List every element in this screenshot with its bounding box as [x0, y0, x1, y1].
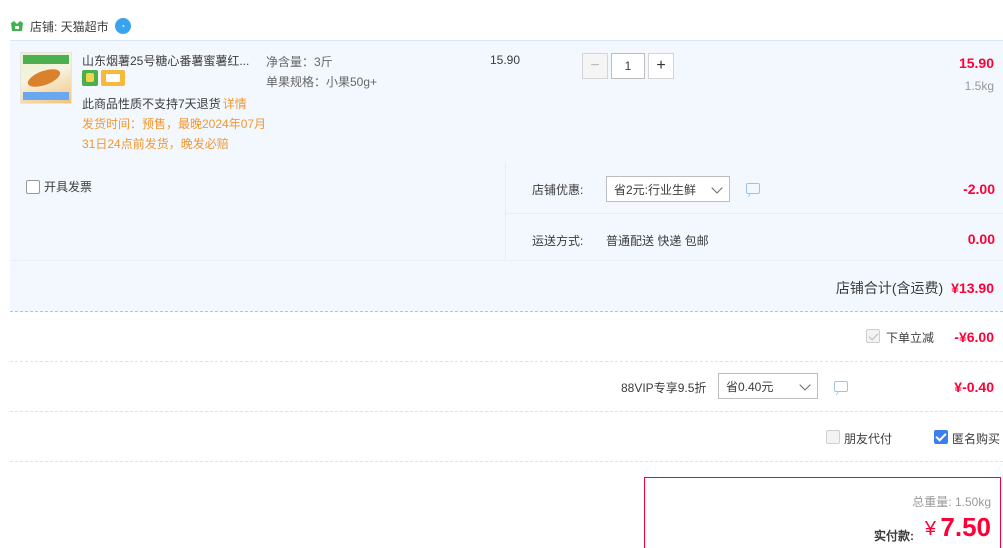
shop-discount-select[interactable]: 省2元:行业生鲜 [606, 176, 730, 202]
chevron-down-icon [799, 379, 811, 391]
shop-total-label: 店铺合计(含运费) [835, 280, 944, 296]
vip-amount: ¥-0.40 [954, 379, 994, 395]
anonymous-label[interactable]: 匿名购买 [952, 430, 1000, 447]
shop-total: 店铺合计(含运费) ¥13.90 [836, 278, 994, 298]
shipping-method: 普通配送 快递 包邮 [606, 234, 709, 248]
pay-label: 实付款: [874, 529, 914, 543]
chevron-down-icon [711, 182, 723, 194]
increase-button[interactable]: + [648, 53, 674, 79]
instant-discount-checkbox [866, 329, 880, 343]
decrease-button[interactable]: − [582, 53, 608, 79]
chat-icon[interactable]: ◔ [114, 18, 131, 34]
vip-label: 88VIP专享9.5折 [621, 381, 707, 395]
total-weight: 总重量: 1.50kg [912, 495, 991, 509]
vip-discount-row: 88VIP专享9.5折 省0.40元 ¥-0.40 [10, 362, 1003, 412]
return-policy-detail-link[interactable]: 详情 [223, 97, 247, 111]
shop-icon [10, 20, 24, 32]
shop-total-value: ¥13.90 [951, 280, 994, 296]
message-icon[interactable] [834, 381, 848, 392]
service-badge-icon [82, 70, 98, 86]
cart-item: 山东烟薯25号糖心番薯蜜薯红... 此商品性质不支持7天退货 详情 发货时间：预售… [10, 40, 1003, 162]
promo-section: 店铺优惠: 省2元:行业生鲜 -2.00 运送方式: 普通配送 快递 包邮 0.… [505, 162, 1003, 260]
instant-discount-label: 下单立减 [886, 331, 935, 345]
invoice-label: 开具发票 [44, 180, 93, 194]
unit-price: 15.90 [490, 53, 521, 67]
shipping-amount: 0.00 [967, 231, 995, 247]
shipping-label: 运送方式: [532, 234, 584, 248]
pay-amount: 7.50 [940, 512, 991, 542]
invoice-option[interactable]: 开具发票 [26, 178, 92, 195]
instant-discount-row: 下单立减 -¥6.00 [10, 312, 1003, 362]
payment-summary: 总重量: 1.50kg 实付款: ¥ 7.50 [644, 477, 1001, 548]
invoice-checkbox[interactable] [26, 179, 40, 194]
friend-pay-checkbox[interactable] [826, 430, 840, 444]
anonymous-checkbox[interactable] [934, 430, 948, 444]
shop-discount-amount: -2.00 [963, 181, 995, 197]
product-title-link[interactable]: 山东烟薯25号糖心番薯蜜薯红... [82, 52, 262, 69]
ship-time-note: 发货时间：预售，最晚2024年07月31日24点前发货，晚发必赔 [82, 117, 267, 151]
shop-total-row: 店铺合计(含运费) ¥13.90 [10, 260, 1003, 312]
vip-select[interactable]: 省0.40元 [718, 373, 818, 399]
shop-header: 店铺: 天猫超市 ◔ [10, 16, 131, 36]
shop-name-link[interactable]: 店铺: 天猫超市 [30, 18, 109, 35]
payment-options-row: 朋友代付 匿名购买 [10, 412, 1003, 462]
net-weight: 净含量：3斤 [266, 55, 333, 69]
instant-discount-amount: -¥6.00 [954, 329, 994, 345]
shop-discount-row: 店铺优惠: 省2元:行业生鲜 -2.00 [506, 162, 1003, 214]
product-badges [82, 70, 125, 86]
spec-size: 单果规格：小果50g+ [266, 75, 378, 89]
quantity-input[interactable]: 1 [611, 53, 645, 79]
pay-currency: ¥ [924, 518, 936, 540]
shop-discount-label: 店铺优惠: [532, 183, 584, 197]
invoice-section: 开具发票 [10, 162, 505, 260]
item-subtotal: 15.90 [958, 55, 994, 71]
message-icon[interactable] [746, 183, 760, 194]
item-weight: 1.5kg [964, 79, 994, 93]
return-policy-note: 此商品性质不支持7天退货 详情 [82, 97, 247, 111]
product-thumbnail[interactable] [20, 52, 72, 104]
quantity-stepper: − 1 + [582, 53, 674, 79]
card-badge-icon [101, 70, 125, 86]
shipping-row: 运送方式: 普通配送 快递 包邮 0.00 [506, 214, 1003, 260]
friend-pay-label[interactable]: 朋友代付 [844, 430, 892, 447]
